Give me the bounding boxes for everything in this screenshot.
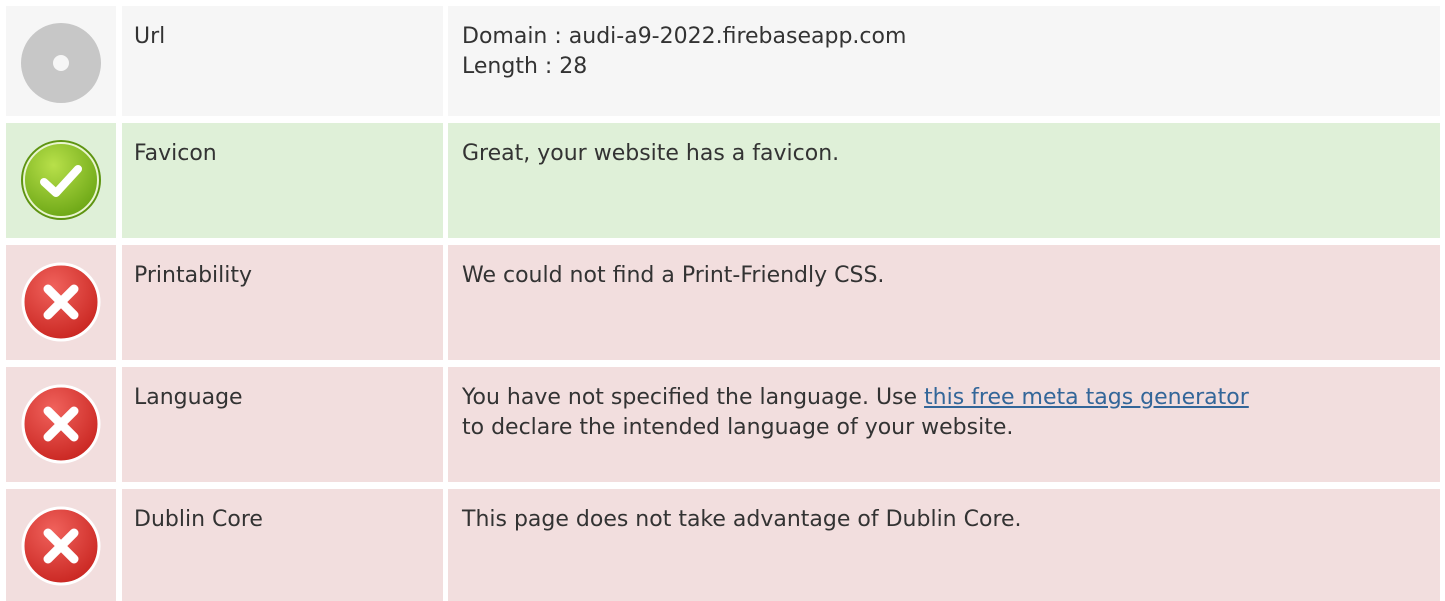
row-value-cell: Domain : audi-a9-2022.firebaseapp.com Le…	[448, 6, 1440, 116]
row-label-cell: Favicon	[122, 123, 443, 238]
error-x-icon	[20, 505, 102, 587]
error-x-icon	[20, 261, 102, 343]
language-result-prefix: You have not specified the language. Use	[462, 385, 925, 410]
result-row-dublin-core: Dublin Core This page does not take adva…	[0, 489, 1445, 601]
result-row-language: Language You have not specified the lang…	[0, 367, 1445, 482]
status-cell	[6, 489, 116, 601]
meta-tags-generator-link[interactable]: this free meta tags generator	[924, 385, 1249, 410]
error-x-icon	[20, 383, 102, 465]
row-label-cell: Language	[122, 367, 443, 482]
row-label-cell: Dublin Core	[122, 489, 443, 601]
row-label: Favicon	[134, 141, 217, 166]
status-cell	[6, 245, 116, 360]
status-cell	[6, 6, 116, 116]
status-cell	[6, 367, 116, 482]
row-label-cell: Printability	[122, 245, 443, 360]
language-result-line-1: You have not specified the language. Use…	[462, 383, 1440, 413]
domain-text: Domain : audi-a9-2022.firebaseapp.com	[462, 24, 907, 49]
row-value-cell: This page does not take advantage of Dub…	[448, 489, 1440, 601]
row-value-cell: You have not specified the language. Use…	[448, 367, 1440, 482]
status-cell	[6, 123, 116, 238]
result-row-favicon: Favicon Great, your website has a favico…	[0, 123, 1445, 238]
row-label: Dublin Core	[134, 507, 263, 532]
printability-result-text: We could not find a Print-Friendly CSS.	[462, 263, 885, 288]
length-text: Length : 28	[462, 54, 588, 79]
row-value-cell: Great, your website has a favicon.	[448, 123, 1440, 238]
row-label-cell: Url	[122, 6, 443, 116]
language-result-line-2: to declare the intended language of your…	[462, 415, 1014, 440]
row-value-cell: We could not find a Print-Friendly CSS.	[448, 245, 1440, 360]
dublin-core-result-text: This page does not take advantage of Dub…	[462, 507, 1022, 532]
check-circle-icon	[20, 139, 102, 221]
row-label: Language	[134, 385, 243, 410]
row-label: Printability	[134, 263, 253, 288]
neutral-circle-icon	[20, 22, 102, 104]
row-label: Url	[134, 24, 166, 49]
result-row-printability: Printability We could not find a Print-F…	[0, 245, 1445, 360]
favicon-result-text: Great, your website has a favicon.	[462, 141, 840, 166]
result-row-url: Url Domain : audi-a9-2022.firebaseapp.co…	[0, 6, 1445, 116]
